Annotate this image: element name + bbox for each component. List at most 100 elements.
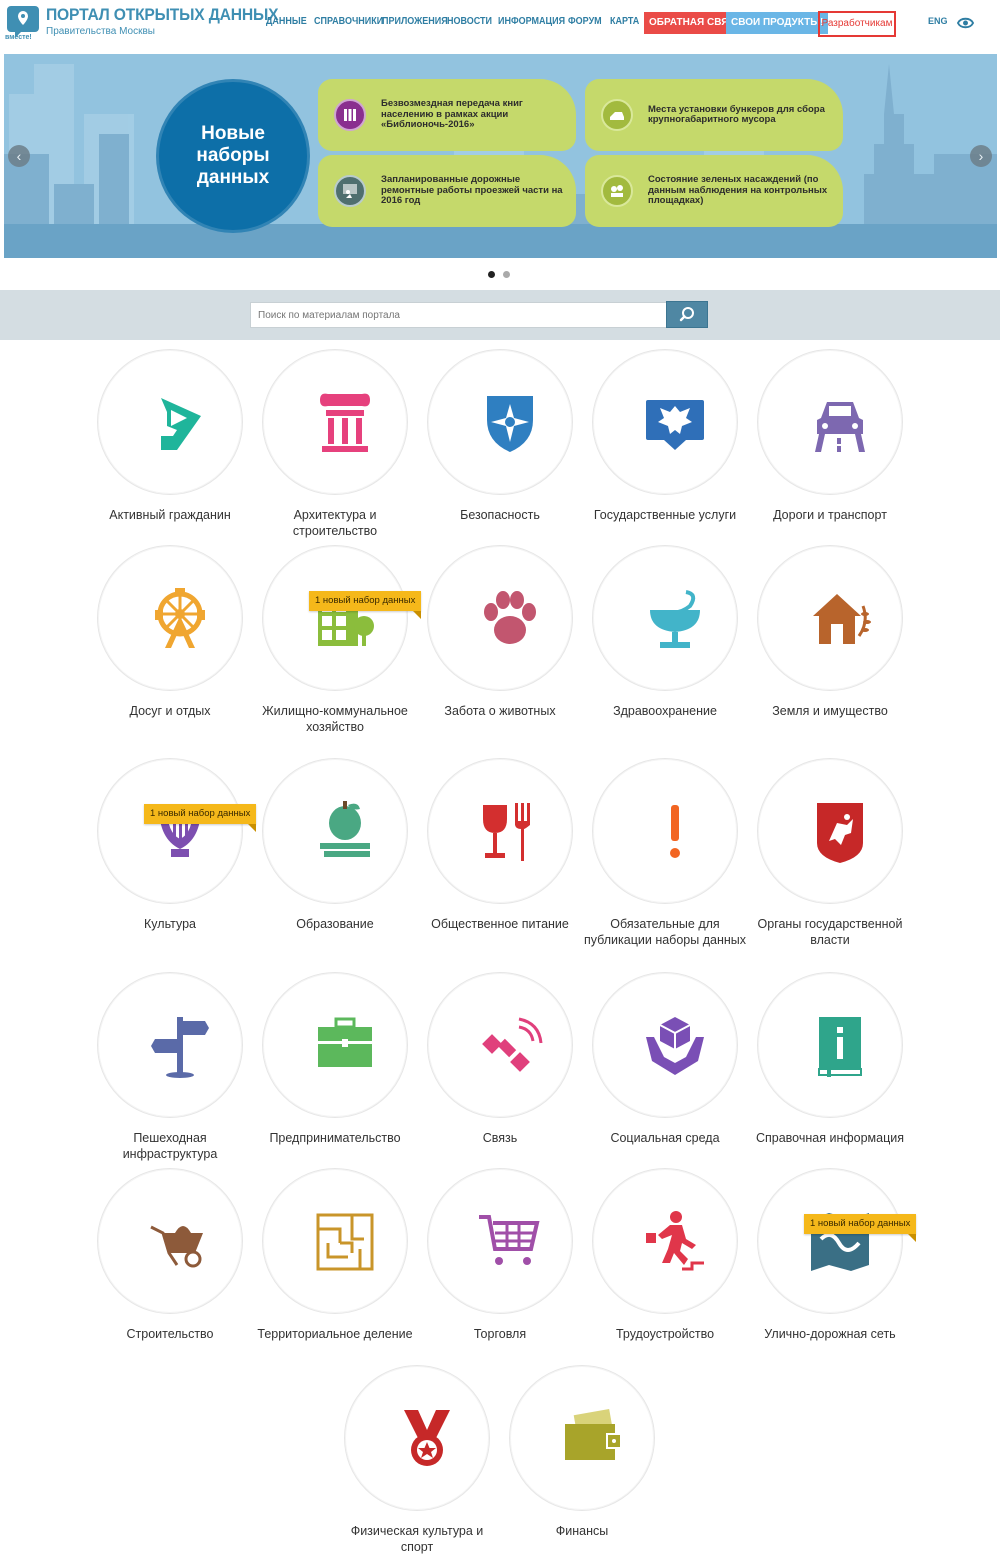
banner-prev-button[interactable]: ‹ xyxy=(8,145,30,167)
column-icon xyxy=(320,393,370,452)
category-label[interactable]: Здравоохранение xyxy=(583,703,747,719)
search-bar xyxy=(0,290,1000,340)
category-label[interactable]: Связь xyxy=(418,1130,582,1146)
category-circle[interactable] xyxy=(757,972,903,1118)
site-title[interactable]: ПОРТАЛ ОТКРЫТЫХ ДАННЫХ xyxy=(46,5,279,25)
category-label[interactable]: Архитектура и строительство xyxy=(253,507,417,539)
new-dataset-badge: 1 новый набор данных xyxy=(309,591,422,619)
category-label[interactable]: Торговля xyxy=(418,1326,582,1342)
category-label[interactable]: Дороги и транспорт xyxy=(748,507,912,523)
category-label[interactable]: Справочная информация xyxy=(748,1130,912,1146)
nav-directories[interactable]: СПРАВОЧНИКИ xyxy=(314,14,383,30)
category-circle[interactable] xyxy=(262,972,408,1118)
car-icon xyxy=(815,402,865,452)
category-label[interactable]: Строительство xyxy=(88,1326,252,1342)
category-circle[interactable] xyxy=(757,349,903,495)
category-circle[interactable] xyxy=(757,758,903,904)
search-input[interactable] xyxy=(250,302,667,328)
category-label[interactable]: Физическая культура и спорт xyxy=(335,1523,499,1555)
banner-card-text: Безвозмездная передача книг населению в … xyxy=(381,98,523,131)
developers-button[interactable]: Разработчикам xyxy=(818,11,896,37)
nav-info[interactable]: ИНФОРМАЦИЯ xyxy=(498,14,565,30)
category-label[interactable]: Жилищно-коммунальное хозяйство xyxy=(253,703,417,735)
category-label[interactable]: Забота о животных xyxy=(418,703,582,719)
carousel-dot-2[interactable] xyxy=(503,271,510,278)
books-icon xyxy=(334,99,366,131)
wine-fork-icon xyxy=(483,803,530,861)
banner-card-greenery[interactable]: Состояние зеленых насаждений (по данным … xyxy=(585,155,843,227)
category-circle[interactable] xyxy=(592,758,738,904)
banner-card-books[interactable]: Безвозмездная передача книг населению в … xyxy=(318,79,576,151)
category-circle[interactable] xyxy=(592,349,738,495)
category-circle[interactable] xyxy=(509,1365,655,1511)
category-circle[interactable] xyxy=(592,1168,738,1314)
products-button[interactable]: СВОИ ПРОДУКТЫ! xyxy=(726,12,829,34)
active-citizen-icon xyxy=(161,398,201,450)
category-circle[interactable] xyxy=(262,758,408,904)
briefcase-icon xyxy=(318,1017,372,1067)
category-circle[interactable] xyxy=(97,1168,243,1314)
language-switch[interactable]: ENG xyxy=(928,16,948,26)
category-circle[interactable] xyxy=(427,349,573,495)
category-circle[interactable] xyxy=(97,545,243,691)
category-label[interactable]: Финансы xyxy=(500,1523,664,1539)
ferris-wheel-icon xyxy=(155,588,205,648)
banner-card-bunkers[interactable]: Места установки бункеров для сбора крупн… xyxy=(585,79,843,151)
banner-card-text: Места установки бункеров для сбора крупн… xyxy=(648,103,825,125)
category-circle[interactable] xyxy=(262,545,408,691)
category-label[interactable]: Культура xyxy=(88,916,252,932)
new-datasets-circle[interactable]: Новые наборы данных xyxy=(156,79,310,233)
eye-icon[interactable] xyxy=(957,16,974,30)
new-dataset-badge: 1 новый набор данных xyxy=(804,1214,917,1242)
category-label[interactable]: Обязательные для публикации наборы данны… xyxy=(583,916,747,948)
category-label[interactable]: Социальная среда xyxy=(583,1130,747,1146)
info-book-icon xyxy=(818,1017,862,1077)
new-dataset-badge: 1 новый набор данных xyxy=(144,804,257,832)
apple-books-icon xyxy=(320,801,370,857)
category-circle[interactable] xyxy=(97,972,243,1118)
category-circle[interactable] xyxy=(262,1168,408,1314)
house-icon xyxy=(813,594,871,644)
category-circle[interactable] xyxy=(592,972,738,1118)
category-label[interactable]: Досуг и отдых xyxy=(88,703,252,719)
exclamation-icon xyxy=(670,805,680,858)
nav-apps[interactable]: ПРИЛОЖЕНИЯ xyxy=(382,14,448,30)
category-circle[interactable] xyxy=(262,349,408,495)
search-button[interactable] xyxy=(666,301,708,328)
category-circle[interactable] xyxy=(427,972,573,1118)
banner-card-roadworks[interactable]: Запланированные дорожные ремонтные работ… xyxy=(318,155,576,227)
nav-news[interactable]: НОВОСТИ xyxy=(447,14,492,30)
nav-map[interactable]: КАРТА xyxy=(610,14,639,30)
category-label[interactable]: Активный гражданин xyxy=(88,507,252,523)
hands-box-icon xyxy=(646,1017,704,1075)
category-label[interactable]: Общественное питание xyxy=(418,916,582,932)
category-label[interactable]: Безопасность xyxy=(418,507,582,523)
category-circle[interactable] xyxy=(427,758,573,904)
category-label[interactable]: Трудоустройство xyxy=(583,1326,747,1342)
category-circle[interactable] xyxy=(757,545,903,691)
nav-data[interactable]: ДАННЫЕ xyxy=(266,14,307,30)
carousel-dot-1[interactable] xyxy=(488,271,495,278)
category-label[interactable]: Предпринимательство xyxy=(253,1130,417,1146)
category-label[interactable]: Улично-дорожная сеть xyxy=(748,1326,912,1342)
nav-forum[interactable]: ФОРУМ xyxy=(568,14,602,30)
truck-icon xyxy=(601,99,633,131)
wallet-icon xyxy=(565,1409,622,1460)
paw-icon xyxy=(484,591,536,644)
category-circle[interactable] xyxy=(344,1365,490,1511)
hero-banner: Новые наборы данных Безвозмездная переда… xyxy=(4,54,997,258)
category-circle[interactable] xyxy=(427,1168,573,1314)
category-label[interactable]: Пешеходная инфраструктура xyxy=(88,1130,252,1162)
category-label[interactable]: Государственные услуги xyxy=(583,507,747,523)
category-circle[interactable] xyxy=(592,545,738,691)
category-label[interactable]: Территориальное деление xyxy=(253,1326,417,1342)
category-label[interactable]: Органы государственной власти xyxy=(748,916,912,948)
category-label[interactable]: Образование xyxy=(253,916,417,932)
site-header: вместе! ПОРТАЛ ОТКРЫТЫХ ДАННЫХ Правитель… xyxy=(0,0,1000,50)
category-label[interactable]: Земля и имущество xyxy=(748,703,912,719)
category-circle[interactable] xyxy=(97,758,243,904)
category-circle[interactable] xyxy=(427,545,573,691)
banner-next-button[interactable]: › xyxy=(970,145,992,167)
category-circle[interactable] xyxy=(97,349,243,495)
category-circle[interactable] xyxy=(757,1168,903,1314)
